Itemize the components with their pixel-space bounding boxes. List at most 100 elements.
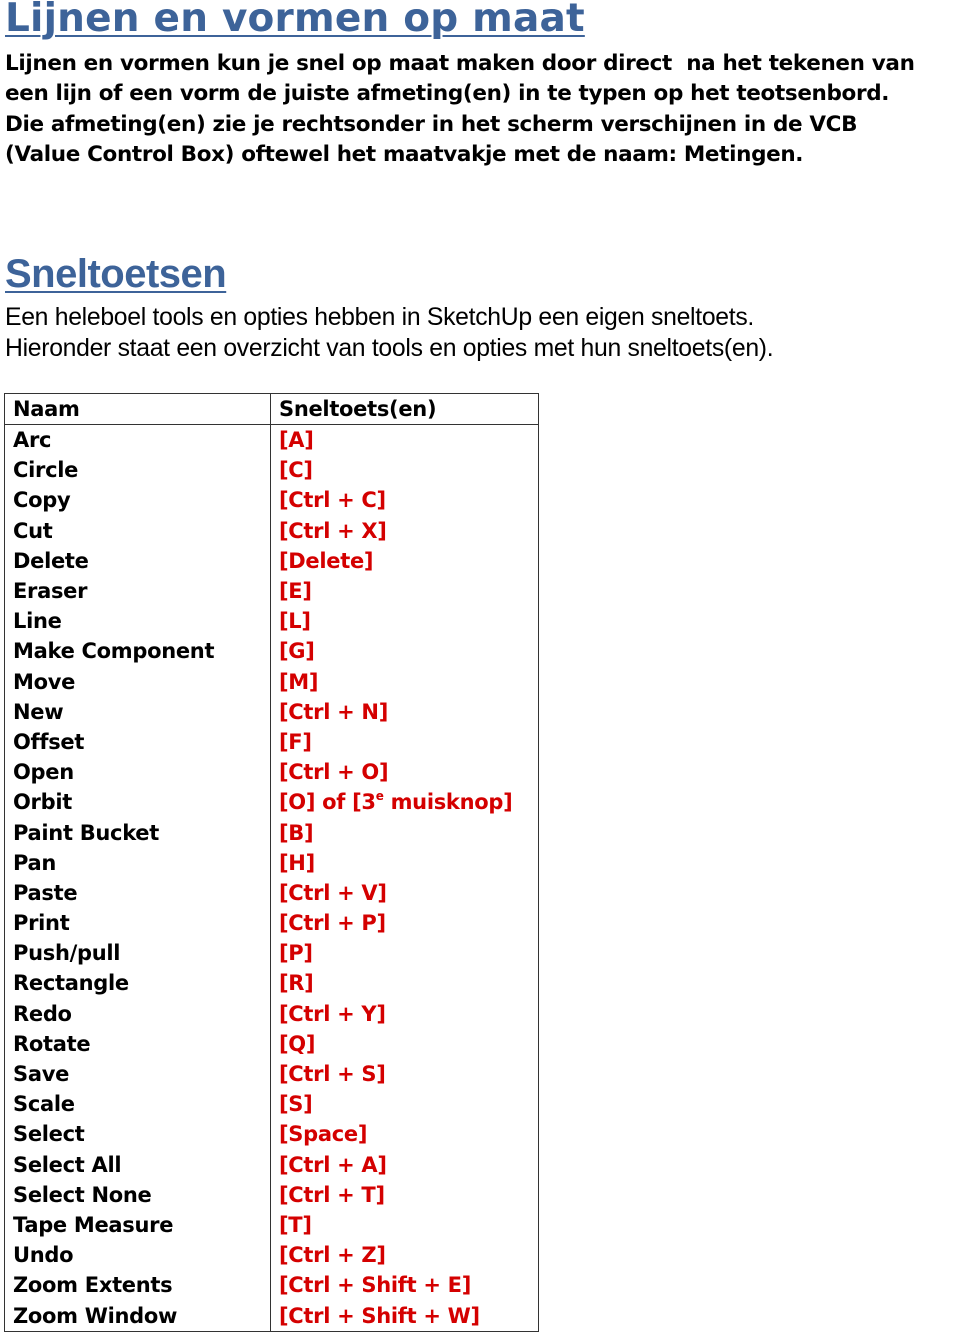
table-row: Tape Measure [T] [4, 1209, 539, 1241]
tool-name: Offset [4, 726, 271, 758]
tool-name: Eraser [4, 575, 271, 607]
table-row: Select All [Ctrl + A] [4, 1149, 539, 1180]
shortcut-key: [E] [279, 579, 312, 604]
table-row: Pan [H] [4, 847, 539, 878]
tool-name: Line [4, 606, 271, 637]
shortcut-key: [Ctrl + Shift + E] [279, 1273, 472, 1298]
shortcut-text: [O] of [3 [279, 790, 376, 815]
tool-name: Open [4, 757, 271, 788]
column-header-shortcut: Sneltoets(en) [270, 393, 539, 425]
shortcut-key: [R] [279, 971, 314, 996]
tool-name: Rectangle [4, 968, 271, 999]
tool-name: Make Component [4, 636, 271, 667]
paragraph-line: Die afmeting(en) zie je rechtsonder in h… [5, 111, 858, 137]
table-row: Eraser [E] [4, 575, 539, 607]
tool-name: Zoom Window [4, 1300, 271, 1332]
table-row: Open [Ctrl + O] [4, 757, 539, 788]
table-row: Save [Ctrl + S] [4, 1058, 539, 1090]
shortcut-key: [T] [279, 1212, 312, 1237]
table-row: Line [L] [4, 606, 539, 637]
tool-name: Pan [4, 847, 271, 878]
shortcut-key: [Ctrl + N] [279, 699, 388, 724]
table-row: Circle [C] [4, 455, 539, 486]
shortcut-key: [Ctrl + S] [279, 1062, 386, 1087]
shortcut-key: [A] [279, 428, 314, 453]
paragraph-line: Hieronder staat een overzicht van tools … [5, 334, 774, 362]
tool-name: Select All [4, 1149, 271, 1180]
tool-name: Delete [4, 545, 271, 576]
shortcuts-table: Naam Sneltoets(en) Arc [A] Circle [C] Copy [C… [4, 393, 539, 1332]
tool-name: New [4, 696, 271, 727]
tool-name: Select [4, 1119, 271, 1150]
shortcut-key: [Ctrl + Z] [279, 1243, 386, 1268]
shortcut-key: [L] [279, 609, 311, 634]
tool-name: Cut [4, 515, 271, 546]
tool-name: Undo [4, 1240, 271, 1271]
tool-name: Circle [4, 455, 271, 486]
shortcut-key: [B] [279, 820, 314, 845]
section-intro-sneltoetsen: Een heleboel tools en opties hebben in S… [5, 302, 774, 364]
tool-name: Paint Bucket [4, 817, 271, 848]
tool-name: Select None [4, 1179, 271, 1210]
table-row: Zoom Window [Ctrl + Shift + W] [4, 1300, 539, 1332]
table-row: Paste [Ctrl + V] [4, 877, 539, 908]
shortcut-key: [C] [279, 458, 313, 483]
tool-name: Move [4, 666, 271, 697]
section-intro-lijnen: Lijnen en vormen kun je snel op maat mak… [5, 49, 960, 170]
shortcut-key: [Ctrl + V] [279, 880, 387, 905]
tool-name: Tape Measure [4, 1209, 271, 1241]
table-header-row: Naam Sneltoets(en) [4, 393, 539, 425]
column-header-name: Naam [4, 393, 271, 425]
shortcut-key: [Q] [279, 1031, 316, 1056]
shortcut-key: [Space] [279, 1122, 368, 1147]
table-row: Push/pull [P] [4, 938, 539, 969]
tool-name: Copy [4, 485, 271, 516]
table-row: Select None [Ctrl + T] [4, 1179, 539, 1210]
table-row: Move [M] [4, 666, 539, 697]
paragraph-line: (Value Control Box) oftewel het maatvakj… [5, 141, 804, 167]
tool-name: Redo [4, 998, 271, 1029]
shortcut-text: muisknop] [383, 790, 513, 815]
tool-name: Save [4, 1058, 271, 1090]
shortcut-key: [Ctrl + A] [279, 1152, 387, 1177]
paragraph-line: Lijnen en vormen kun je snel op maat mak… [5, 51, 915, 76]
shortcut-key: [Ctrl + Shift + W] [279, 1303, 480, 1328]
table-row: Offset [F] [4, 726, 539, 758]
section-title-sneltoetsen: Sneltoetsen [5, 252, 227, 296]
shortcut-key: [Delete] [279, 548, 374, 573]
table-row: Paint Bucket [B] [4, 817, 539, 848]
shortcut-key: [M] [279, 669, 319, 694]
table-row: Cut [Ctrl + X] [4, 515, 539, 546]
table-row: Orbit [O] of [3e muisknop] [4, 787, 539, 818]
shortcut-key: [Ctrl + Y] [279, 1001, 386, 1026]
table-row: New [Ctrl + N] [4, 696, 539, 727]
paragraph-line: een lijn of een vorm de juiste afmeting(… [5, 81, 890, 107]
table-row: Make Component [G] [4, 636, 539, 667]
tool-name: Arc [4, 424, 271, 456]
table-row: Select [Space] [4, 1119, 539, 1150]
tool-name: Paste [4, 877, 271, 908]
paragraph-line: Een heleboel tools en opties hebben in S… [5, 303, 754, 331]
table-row: Copy [Ctrl + C] [4, 485, 539, 516]
table-row: Scale [S] [4, 1089, 539, 1120]
shortcut-key: [F] [279, 729, 312, 754]
table-row: Rectangle [R] [4, 968, 539, 999]
table-row: Rotate [Q] [4, 1028, 539, 1059]
tool-name: Scale [4, 1089, 271, 1120]
table-row: Undo [Ctrl + Z] [4, 1240, 539, 1271]
shortcut-key: [H] [279, 850, 315, 875]
shortcut-key: [G] [279, 639, 315, 664]
ordinal-superscript: e [375, 789, 384, 804]
table-row: Redo [Ctrl + Y] [4, 998, 539, 1029]
tool-name: Rotate [4, 1028, 271, 1059]
tool-name: Zoom Extents [4, 1270, 271, 1301]
tool-name: Print [4, 908, 271, 939]
tool-name: Orbit [4, 787, 271, 818]
table-row: Arc [A] [4, 424, 539, 456]
shortcut-key: [P] [279, 941, 313, 966]
shortcut-key: [S] [279, 1092, 313, 1117]
table-row: Zoom Extents [Ctrl + Shift + E] [4, 1270, 539, 1301]
table-row: Print [Ctrl + P] [4, 908, 539, 939]
table-row: Delete [Delete] [4, 545, 539, 576]
shortcut-key: [Ctrl + O] [279, 760, 389, 785]
